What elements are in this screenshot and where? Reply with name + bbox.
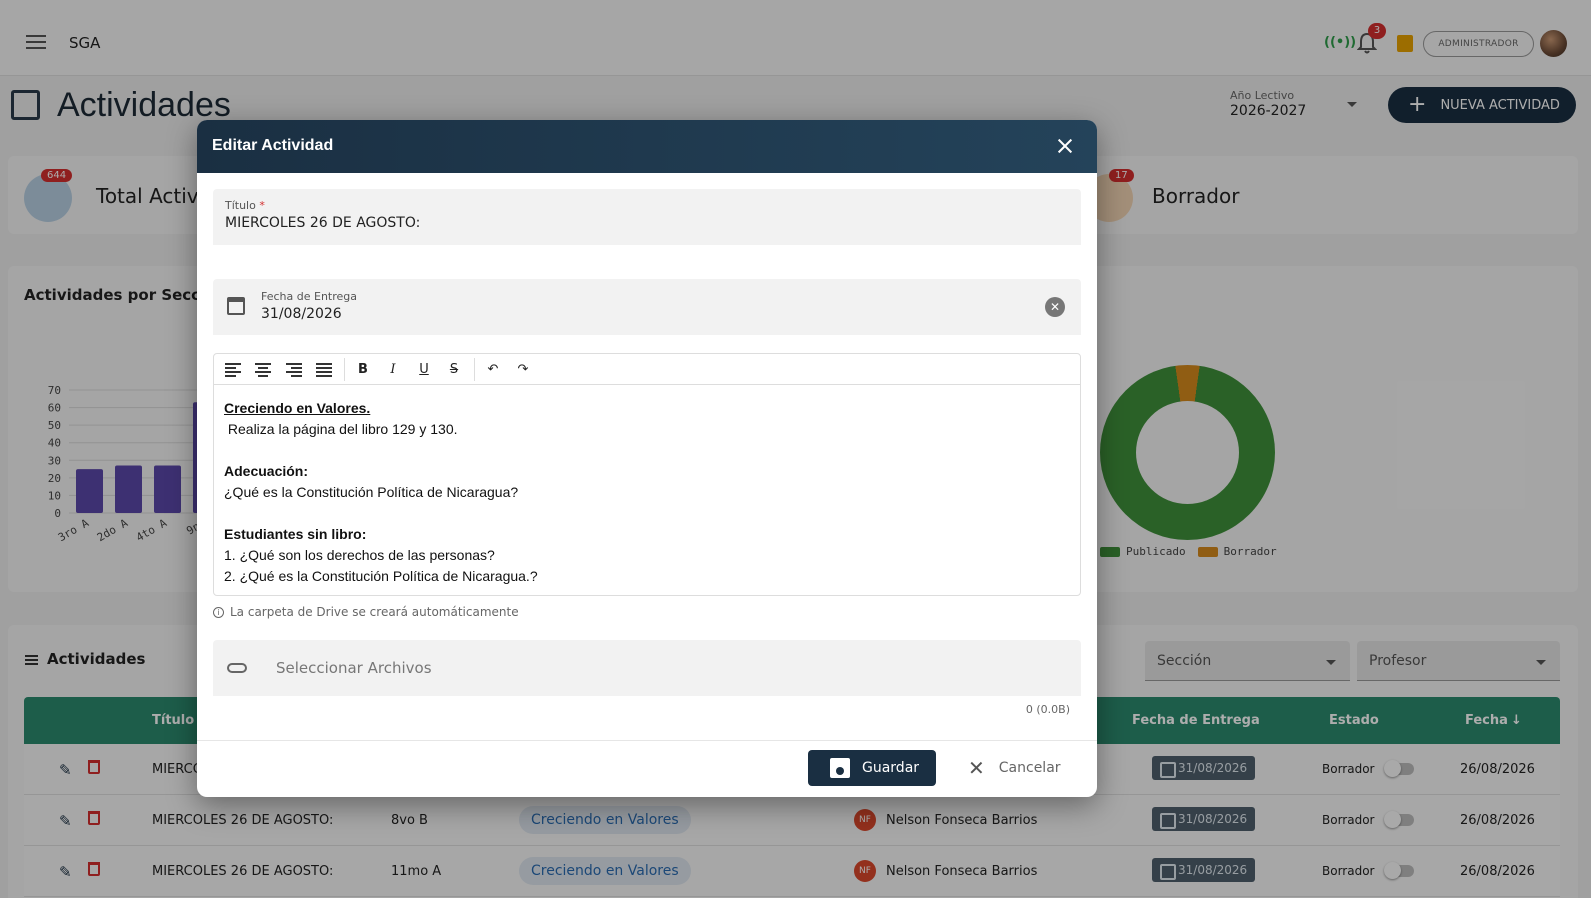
- italic-icon[interactable]: I: [384, 361, 402, 379]
- info-icon: i: [213, 606, 224, 618]
- drive-note-text: La carpeta de Drive se creará automática…: [230, 605, 519, 619]
- cancel-button[interactable]: ✕ Cancelar: [964, 750, 1074, 786]
- dialog-header: Editar Actividad: [197, 120, 1097, 173]
- content-heading: Estudiantes sin libro:: [224, 526, 367, 542]
- toolbar-divider: [344, 358, 345, 381]
- edit-activity-dialog: Editar Actividad Título * MIERCOLES 26 D…: [197, 120, 1097, 797]
- content-line: 2. ¿Qué es la Constitución Política de N…: [224, 568, 538, 584]
- content-line: Realiza la página del libro 129 y 130.: [224, 421, 458, 437]
- rich-text-editor[interactable]: B I U S ↶ ↷ Creciendo en Valores. Realiz…: [213, 353, 1081, 596]
- underline-icon[interactable]: U: [415, 361, 433, 379]
- undo-icon[interactable]: ↶: [484, 361, 502, 379]
- drive-note: i La carpeta de Drive se creará automáti…: [213, 605, 519, 619]
- due-date-label: Fecha de Entrega: [261, 290, 358, 303]
- clear-icon[interactable]: ✕: [1045, 297, 1065, 317]
- strikethrough-icon[interactable]: S: [445, 361, 463, 379]
- content-line: 1. ¿Qué son los derechos de las personas…: [224, 547, 495, 563]
- dialog-footer: [197, 740, 1097, 797]
- file-picker-label: Seleccionar Archivos: [276, 659, 432, 677]
- save-button[interactable]: Guardar: [808, 750, 936, 786]
- align-left-icon[interactable]: [224, 361, 242, 379]
- title-field-label: Título *: [225, 199, 265, 212]
- bold-icon[interactable]: B: [354, 361, 372, 379]
- title-field[interactable]: Título * MIERCOLES 26 DE AGOSTO:: [213, 189, 1081, 245]
- content-heading: Creciendo en Valores.: [224, 400, 371, 416]
- content-line: ¿Qué es la Constitución Política de Nica…: [224, 484, 519, 500]
- cancel-label: Cancelar: [998, 760, 1061, 776]
- close-icon: ✕: [968, 756, 985, 780]
- editor-content[interactable]: Creciendo en Valores. Realiza la página …: [224, 398, 538, 587]
- editor-toolbar: B I U S ↶ ↷: [214, 354, 1080, 385]
- dialog-title: Editar Actividad: [212, 137, 334, 154]
- file-picker[interactable]: Seleccionar Archivos: [213, 640, 1081, 696]
- required-mark: *: [259, 199, 265, 212]
- calendar-icon[interactable]: [227, 297, 245, 315]
- save-icon: [830, 758, 850, 778]
- close-icon[interactable]: [1055, 136, 1075, 156]
- toolbar-divider: [474, 358, 475, 381]
- redo-icon[interactable]: ↷: [514, 361, 532, 379]
- align-right-icon[interactable]: [285, 361, 303, 379]
- title-label-text: Título: [225, 199, 256, 212]
- file-count: 0 (0.0B): [1025, 703, 1070, 716]
- align-center-icon[interactable]: [254, 361, 272, 379]
- due-date-value[interactable]: 31/08/2026: [261, 306, 342, 322]
- content-heading: Adecuación:: [224, 463, 309, 479]
- title-field-value[interactable]: MIERCOLES 26 DE AGOSTO:: [225, 215, 420, 231]
- align-justify-icon[interactable]: [315, 361, 333, 379]
- paperclip-icon: [227, 663, 247, 673]
- due-date-field[interactable]: Fecha de Entrega 31/08/2026 ✕: [213, 279, 1081, 335]
- save-label: Guardar: [862, 760, 920, 776]
